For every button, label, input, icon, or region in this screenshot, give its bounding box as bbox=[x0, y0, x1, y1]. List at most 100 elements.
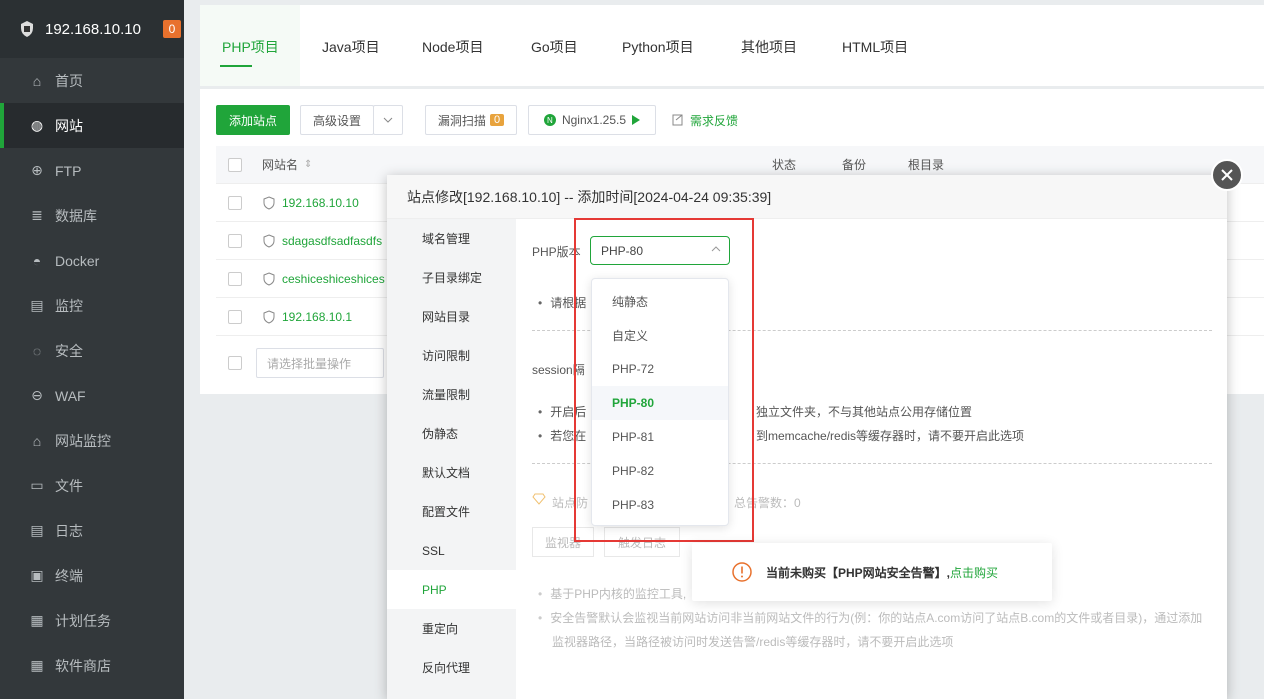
session-note-2b: 到memcache/redis等缓存器时，请不要开启此选项 bbox=[756, 429, 1025, 443]
row-checkbox[interactable] bbox=[228, 309, 242, 324]
sidebar-item[interactable]: ▤ 监控 bbox=[0, 283, 184, 328]
modal-title: 站点修改[192.168.10.10] -- 添加时间[2024-04-24 0… bbox=[387, 175, 1227, 219]
waf-shield-icon bbox=[262, 309, 276, 324]
vuln-scan-label: 漏洞扫描 bbox=[437, 113, 486, 128]
play-icon bbox=[632, 115, 641, 125]
sort-icon[interactable]: ⇕ bbox=[304, 159, 312, 170]
sidebar-item[interactable]: ⊕ FTP bbox=[0, 148, 184, 193]
site-name-link[interactable]: sdagasdfsadfasdfs bbox=[282, 234, 382, 248]
project-tab[interactable]: Java项目 bbox=[322, 37, 380, 57]
notification-badge[interactable]: 0 bbox=[162, 20, 181, 38]
sidebar-item[interactable]: ⊖ WAF bbox=[0, 373, 184, 418]
nginx-icon: N bbox=[543, 114, 556, 126]
nginx-version: Nginx1.25.5 bbox=[561, 113, 627, 127]
monitor-icon: ▤ bbox=[30, 297, 44, 313]
folder-icon: ▭ bbox=[30, 477, 44, 493]
sidebar-item-label: 文件 bbox=[55, 477, 83, 494]
terminal-icon: ▣ bbox=[30, 567, 44, 583]
sidebar-item[interactable]: ▤ 日志 bbox=[0, 508, 184, 553]
tip-2: 安全告警默认会监视当前网站访问非当前网站文件的行为(例：你的站点A.com访问了… bbox=[538, 609, 1202, 626]
sidebar-item[interactable]: ▭ 文件 bbox=[0, 463, 184, 508]
site-edit-modal: 站点修改[192.168.10.10] -- 添加时间[2024-04-24 0… bbox=[387, 175, 1227, 699]
batch-checkbox[interactable] bbox=[228, 356, 242, 370]
modal-nav-item[interactable]: 默认文档 bbox=[387, 453, 516, 492]
modal-close-button[interactable] bbox=[1211, 159, 1243, 191]
svg-text:N: N bbox=[547, 116, 553, 125]
modal-nav: 域名管理 子目录绑定 网站目录 访问限制 流量限制 伪静态 默认文档 配置文件 SSL PHP 重定… bbox=[387, 219, 516, 699]
sidebar: 192.168.10.10 0 ⌂ 首页 ◍ 网站 ⊕ FTP ≣ 数据库 ◓ Docker ▤ 监控… bbox=[0, 0, 184, 699]
row-checkbox[interactable] bbox=[228, 233, 242, 248]
sidebar-item-label: Docker bbox=[55, 252, 100, 269]
server-host[interactable]: 192.168.10.10 bbox=[45, 21, 141, 38]
sidebar-item[interactable]: ▣ 终端 bbox=[0, 553, 184, 598]
row-checkbox[interactable] bbox=[228, 271, 242, 286]
sidebar-item[interactable]: ▦ 软件商店 bbox=[0, 643, 184, 688]
nginx-button[interactable]: N Nginx1.25.5 bbox=[528, 105, 656, 135]
advanced-dropdown-button[interactable] bbox=[373, 105, 403, 135]
modal-nav-item[interactable]: 流量限制 bbox=[387, 375, 516, 414]
project-tab[interactable]: HTML项目 bbox=[842, 37, 908, 57]
sidebar-item-label: 监控 bbox=[55, 297, 83, 314]
modal-nav-item[interactable]: SSL bbox=[387, 531, 516, 570]
sidebar-item[interactable]: ◍ 网站 bbox=[0, 103, 184, 148]
modal-nav-item[interactable]: 访问限制 bbox=[387, 336, 516, 375]
sidebar-item[interactable]: ▦ 计划任务 bbox=[0, 598, 184, 643]
modal-nav-item[interactable]: 网站目录 bbox=[387, 297, 516, 336]
select-all-checkbox[interactable] bbox=[228, 157, 242, 172]
col-status[interactable]: 状态 bbox=[772, 156, 796, 173]
project-tab[interactable]: Go项目 bbox=[531, 37, 578, 57]
edit-icon bbox=[672, 114, 683, 126]
modal-nav-item[interactable]: 重定向 bbox=[387, 609, 516, 648]
project-tab[interactable]: Node项目 bbox=[422, 37, 483, 57]
sidebar-item-label: 软件商店 bbox=[55, 657, 111, 674]
database-icon: ≣ bbox=[31, 207, 43, 223]
chart-icon: ⌂ bbox=[32, 432, 42, 449]
site-name-link[interactable]: 192.168.10.10 bbox=[282, 196, 359, 210]
toast-message: 当前未购买【PHP网站安全告警】, bbox=[766, 565, 951, 580]
waf-icon: ⊖ bbox=[31, 387, 43, 403]
modal-nav-item[interactable]: PHP bbox=[387, 570, 516, 609]
project-tab[interactable]: PHP项目 bbox=[222, 37, 279, 57]
col-backup: 备份 bbox=[842, 158, 867, 172]
waf-shield-icon bbox=[262, 271, 276, 286]
vuln-scan-button[interactable]: 漏洞扫描 0 bbox=[425, 105, 517, 135]
add-site-button[interactable]: 添加站点 bbox=[216, 105, 290, 135]
home-icon: ⌂ bbox=[32, 72, 42, 89]
ftp-icon: ⊕ bbox=[31, 162, 43, 178]
sidebar-item[interactable]: ◓ Docker bbox=[0, 238, 184, 283]
modal-nav-item[interactable]: 子目录绑定 bbox=[387, 258, 516, 297]
batch-select[interactable]: 请选择批量操作 bbox=[256, 348, 384, 378]
col-root: 根目录 bbox=[908, 158, 945, 172]
docker-icon: ◓ bbox=[32, 252, 42, 269]
site-name-link[interactable]: ceshiceshiceshices bbox=[282, 272, 385, 286]
tip-1: 基于PHP内核的监控工具, bbox=[538, 585, 686, 602]
modal-nav-item[interactable]: 伪静态 bbox=[387, 414, 516, 453]
project-tab[interactable]: 其他项目 bbox=[741, 37, 797, 57]
globe-icon: ◍ bbox=[30, 117, 44, 133]
highlight-box bbox=[574, 218, 754, 542]
modal-nav-item[interactable]: 反向代理 bbox=[387, 648, 516, 687]
row-checkbox[interactable] bbox=[228, 195, 242, 210]
server-logo-icon bbox=[18, 20, 36, 38]
sidebar-item-label: 网站监控 bbox=[55, 432, 111, 449]
modal-nav-item[interactable]: 配置文件 bbox=[387, 492, 516, 531]
advanced-settings-button[interactable]: 高级设置 bbox=[300, 105, 374, 135]
sidebar-item[interactable]: ⌂ 首页 bbox=[0, 58, 184, 103]
modal-nav-item[interactable]: 域名管理 bbox=[387, 219, 516, 258]
sidebar-item[interactable]: ≣ 数据库 bbox=[0, 193, 184, 238]
project-tab[interactable]: Python项目 bbox=[622, 37, 694, 57]
col-site-name[interactable]: 网站名 bbox=[262, 156, 298, 173]
warning-icon bbox=[732, 562, 752, 582]
vuln-count-badge: 0 bbox=[489, 114, 505, 126]
sidebar-item-label: 日志 bbox=[55, 522, 83, 539]
sidebar-item-label: 终端 bbox=[55, 567, 83, 584]
close-icon bbox=[1221, 169, 1233, 181]
sidebar-item[interactable]: ⌂ 网站监控 bbox=[0, 418, 184, 463]
feedback-link[interactable]: 需求反馈 bbox=[672, 105, 738, 135]
calendar-icon: ▦ bbox=[30, 612, 44, 628]
sidebar-item[interactable]: ◌ 安全 bbox=[0, 328, 184, 373]
buy-link[interactable]: 点击购买 bbox=[950, 564, 998, 581]
site-name-link[interactable]: 192.168.10.1 bbox=[282, 310, 352, 324]
log-icon: ▤ bbox=[30, 522, 44, 538]
waf-shield-icon bbox=[262, 233, 276, 248]
